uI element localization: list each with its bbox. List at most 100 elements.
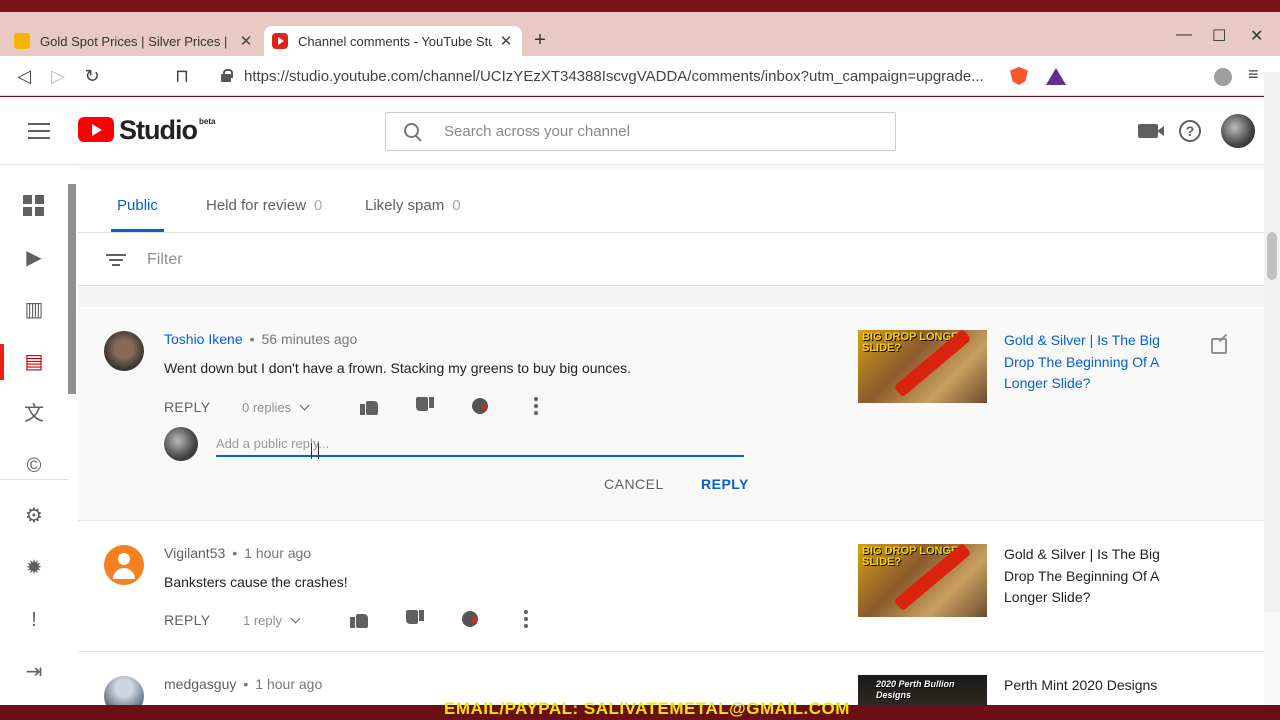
video-title-link[interactable]: Perth Mint 2020 Designs bbox=[1004, 675, 1174, 697]
create-video-icon[interactable] bbox=[1138, 124, 1164, 138]
analytics-icon: ▥ bbox=[24, 299, 44, 321]
thumbnail-text: 2020 Perth Bullion Designs bbox=[876, 679, 955, 700]
youtube-favicon-icon bbox=[272, 33, 288, 49]
scrollbar-thumb[interactable] bbox=[1267, 232, 1277, 280]
sidebar-item-translations[interactable]: 文 bbox=[0, 392, 68, 436]
replies-count: 1 reply bbox=[243, 613, 283, 628]
video-title-link[interactable]: Gold & Silver | Is The Big Drop The Begi… bbox=[1004, 330, 1174, 395]
creator-heart-icon[interactable] bbox=[462, 611, 478, 627]
help-icon[interactable]: ? bbox=[1179, 120, 1201, 142]
tab-label: Likely spam bbox=[365, 197, 445, 214]
like-icon[interactable] bbox=[360, 397, 378, 415]
sidebar-item-videos[interactable]: ▶ bbox=[0, 236, 68, 280]
sidebar-item-copyright[interactable]: © bbox=[0, 444, 68, 488]
hamburger-menu-icon[interactable] bbox=[28, 123, 50, 139]
sidebar-item-feedback[interactable]: ! bbox=[0, 598, 68, 642]
tab-close-icon[interactable]: ✕ bbox=[498, 32, 514, 50]
sidebar-scrollbar[interactable] bbox=[68, 184, 76, 394]
sidebar-item-analytics[interactable]: ▥ bbox=[0, 288, 68, 332]
logo-text: Studio bbox=[119, 115, 198, 145]
comment-text: Banksters cause the crashes! bbox=[164, 574, 348, 590]
browser-tab-gold-prices[interactable]: Gold Spot Prices | Silver Prices | Pla ✕ bbox=[6, 26, 262, 56]
comment-meta: Vigilant53 • 1 hour ago bbox=[164, 545, 312, 561]
translations-icon: 文 bbox=[24, 403, 44, 425]
more-options-icon[interactable] bbox=[534, 397, 538, 415]
creator-heart-icon[interactable] bbox=[472, 398, 488, 414]
page-scrollbar[interactable] bbox=[1264, 72, 1280, 612]
like-icon[interactable] bbox=[350, 610, 368, 628]
list-spacer bbox=[78, 287, 1264, 307]
search-icon[interactable] bbox=[404, 122, 422, 141]
reload-icon[interactable]: ↻ bbox=[80, 64, 104, 88]
active-tab-indicator bbox=[111, 229, 164, 232]
feedback-icon: ! bbox=[31, 609, 37, 631]
browser-tab-bar: Gold Spot Prices | Silver Prices | Pla ✕… bbox=[0, 0, 1280, 56]
cancel-button[interactable]: CANCEL bbox=[604, 476, 664, 492]
tab-label: Public bbox=[117, 197, 158, 214]
back-icon[interactable]: ◁ bbox=[12, 64, 36, 88]
tab-likely-spam[interactable]: Likely spam 0 bbox=[365, 197, 461, 214]
account-avatar[interactable] bbox=[1221, 114, 1255, 148]
new-tab-button[interactable]: + bbox=[528, 29, 552, 53]
tab-count: 0 bbox=[452, 197, 461, 214]
filter-icon[interactable] bbox=[106, 251, 126, 269]
search-input[interactable] bbox=[444, 123, 844, 140]
brave-rewards-icon[interactable] bbox=[1046, 68, 1066, 85]
comment-text: Went down but I don't have a frown. Stac… bbox=[164, 360, 632, 376]
comment-author[interactable]: Vigilant53 bbox=[164, 545, 225, 561]
chevron-down-icon bbox=[290, 613, 301, 624]
commenter-avatar[interactable] bbox=[104, 545, 144, 585]
forward-icon[interactable]: ▷ bbox=[46, 64, 70, 88]
commenter-avatar[interactable] bbox=[104, 676, 144, 705]
video-thumbnail[interactable]: BIG DROP LONGER SLIDE? bbox=[858, 330, 987, 403]
tab-title: Channel comments - YouTube Stu bbox=[298, 33, 492, 49]
sidebar-item-comments[interactable]: ▤ bbox=[0, 340, 68, 384]
comment-author[interactable]: Toshio Ikene bbox=[164, 331, 243, 347]
filter-bar[interactable]: Filter bbox=[78, 234, 1264, 286]
studio-logo[interactable]: Studio beta bbox=[78, 117, 215, 145]
comment-author[interactable]: medgasguy bbox=[164, 676, 236, 692]
commenter-avatar[interactable] bbox=[104, 331, 144, 371]
tab-public[interactable]: Public bbox=[117, 197, 158, 214]
tab-held-for-review[interactable]: Held for review 0 bbox=[206, 197, 322, 214]
browser-tab-channel-comments[interactable]: Channel comments - YouTube Stu ✕ bbox=[264, 26, 522, 56]
minimize-window-icon[interactable]: — bbox=[1176, 26, 1192, 44]
sidebar-item-settings[interactable]: ⚙ bbox=[0, 494, 68, 538]
bookmark-icon[interactable]: ⊓ bbox=[170, 64, 194, 88]
comments-icon: ▤ bbox=[24, 351, 44, 373]
browser-toolbar: ◁ ▷ ↻ ⊓ https://studio.youtube.com/chann… bbox=[0, 56, 1280, 96]
sidebar-item-classic-studio[interactable]: ⇥ bbox=[0, 650, 68, 694]
open-external-icon[interactable] bbox=[1211, 338, 1227, 354]
video-thumbnail[interactable]: 2020 Perth Bullion Designs bbox=[858, 675, 987, 705]
chevron-down-icon bbox=[299, 400, 310, 411]
replies-toggle[interactable]: 1 reply bbox=[243, 613, 301, 628]
settings-icon: ⚙ bbox=[25, 505, 43, 527]
comment-item: Toshio Ikene • 56 minutes ago Went down bu… bbox=[78, 308, 1264, 521]
brave-shield-icon[interactable] bbox=[1010, 67, 1028, 85]
video-thumbnail[interactable]: BIG DROP LONGER SLIDE? bbox=[858, 544, 987, 617]
maximize-window-icon[interactable]: ☐ bbox=[1212, 26, 1226, 46]
sidebar-item-dashboard[interactable] bbox=[0, 184, 68, 228]
browser-menu-icon[interactable]: ≡ bbox=[1248, 64, 1259, 85]
text-cursor-icon bbox=[311, 443, 319, 459]
sidebar-item-warning[interactable]: ✹ bbox=[0, 546, 68, 590]
reply-button[interactable]: REPLY bbox=[164, 399, 210, 415]
address-bar[interactable]: https://studio.youtube.com/channel/UCIzY… bbox=[206, 61, 996, 91]
channel-search bbox=[385, 112, 896, 151]
overlay-banner: EMAIL/PAYPAL: SALIVATEMETAL@GMAIL.COM bbox=[0, 699, 1280, 720]
replies-toggle[interactable]: 0 replies bbox=[242, 400, 310, 415]
comment-actions: REPLY 1 reply bbox=[164, 610, 564, 632]
close-window-icon[interactable]: ✕ bbox=[1250, 26, 1263, 46]
copyright-icon: © bbox=[26, 455, 42, 477]
reply-button[interactable]: REPLY bbox=[164, 612, 210, 628]
public-reply-input[interactable] bbox=[216, 431, 744, 457]
profile-icon[interactable] bbox=[1214, 68, 1232, 86]
dislike-icon[interactable] bbox=[406, 610, 424, 628]
more-options-icon[interactable] bbox=[524, 610, 528, 628]
dislike-icon[interactable] bbox=[416, 397, 434, 415]
comment-time: 56 minutes ago bbox=[261, 331, 358, 347]
url-text: https://studio.youtube.com/channel/UCIzY… bbox=[244, 67, 984, 85]
tab-close-icon[interactable]: ✕ bbox=[238, 32, 254, 50]
submit-reply-button[interactable]: REPLY bbox=[701, 476, 749, 492]
video-title-link[interactable]: Gold & Silver | Is The Big Drop The Begi… bbox=[1004, 544, 1174, 609]
